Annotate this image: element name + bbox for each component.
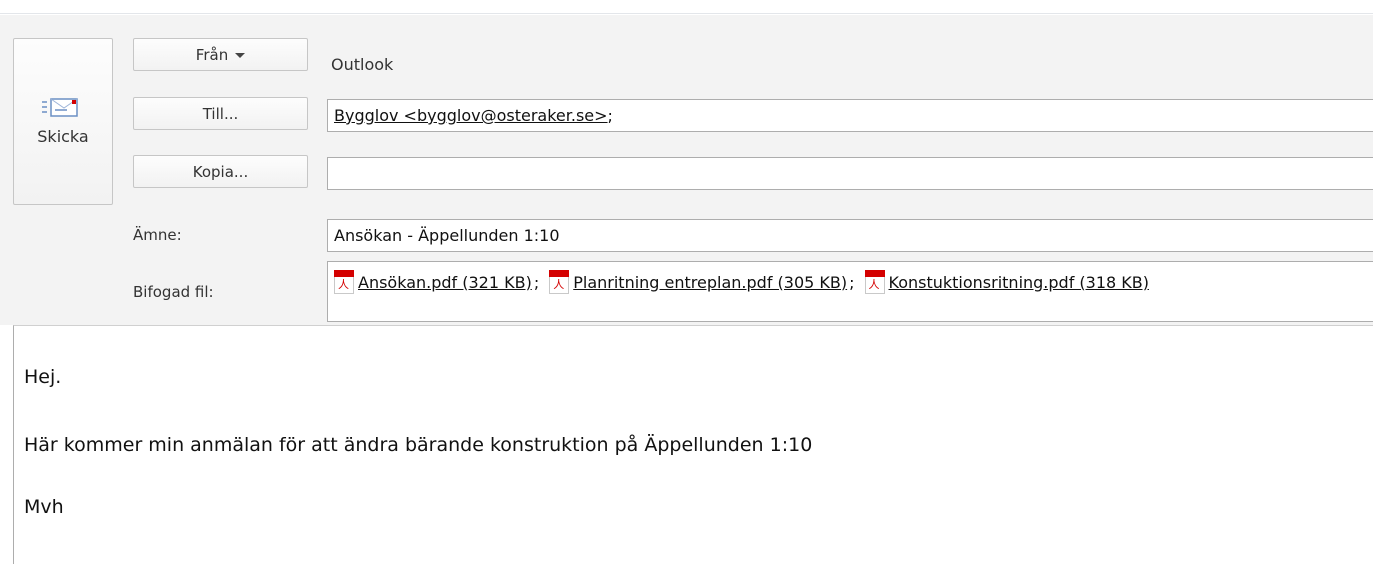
attachment-name: Ansökan.pdf (321 KB) <box>358 272 532 292</box>
send-button-label: Skicka <box>37 127 89 146</box>
to-field[interactable]: Bygglov <bygglov@osteraker.se> ; <box>327 99 1373 132</box>
to-button[interactable]: Till... <box>133 97 308 130</box>
attachment-name: Planritning entreplan.pdf (305 KB) <box>573 272 848 292</box>
recipient-bygglov[interactable]: Bygglov <bygglov@osteraker.se> <box>334 106 608 125</box>
subject-field[interactable]: Ansökan - Äppellunden 1:10 <box>327 219 1373 252</box>
envelope-send-icon <box>42 98 78 117</box>
from-button-label: Från <box>195 45 229 64</box>
cc-button-label: Kopia... <box>192 162 249 181</box>
subject-value: Ansökan - Äppellunden 1:10 <box>334 226 560 245</box>
cc-button[interactable]: Kopia... <box>133 155 308 188</box>
pdf-icon: 人 <box>549 270 570 294</box>
chevron-down-icon <box>235 53 246 58</box>
pdf-icon: 人 <box>864 270 885 294</box>
attachment-name: Konstuktionsritning.pdf (318 KB) <box>888 272 1150 292</box>
subject-label: Ämne: <box>133 226 182 244</box>
pdf-icon: 人 <box>334 270 354 294</box>
top-strip <box>0 0 1373 14</box>
body-line-greeting: Hej. <box>24 366 62 388</box>
message-body[interactable]: Hej. Här kommer min anmälan för att ändr… <box>13 325 1373 564</box>
from-button[interactable]: Från <box>133 38 308 71</box>
attachments-field[interactable]: 人 Ansökan.pdf (321 KB) ; 人 Planritning e… <box>327 261 1373 322</box>
attachment-item[interactable]: 人 Konstuktionsritning.pdf (318 KB) <box>864 270 1150 294</box>
attachment-separator: ; <box>849 272 855 292</box>
body-line-signoff: Mvh <box>24 496 64 518</box>
to-button-label: Till... <box>202 104 239 123</box>
send-button[interactable]: Skicka <box>13 38 113 205</box>
recipient-separator: ; <box>607 106 613 125</box>
attachment-item[interactable]: 人 Ansökan.pdf (321 KB) ; <box>334 270 543 294</box>
cc-field[interactable] <box>327 157 1373 190</box>
attachments-label: Bifogad fil: <box>133 283 214 301</box>
body-line-message: Här kommer min anmälan för att ändra bär… <box>24 434 813 456</box>
attachment-separator: ; <box>533 272 540 292</box>
from-account: Outlook <box>331 55 394 74</box>
attachment-item[interactable]: 人 Planritning entreplan.pdf (305 KB) ; <box>549 270 858 294</box>
